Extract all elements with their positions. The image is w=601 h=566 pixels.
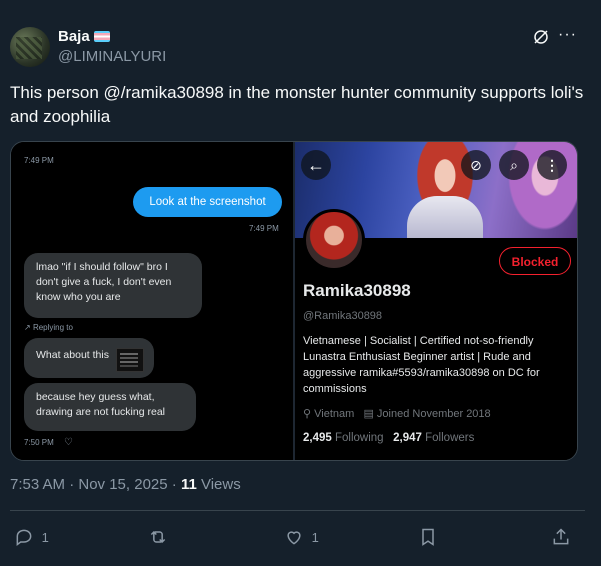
trans-flag-icon bbox=[93, 31, 110, 42]
bookmark-icon bbox=[422, 528, 434, 546]
received-message: lmao "if I should follow" bro I don't gi… bbox=[24, 253, 202, 318]
profile-name: Ramika30898 bbox=[303, 281, 411, 300]
location-icon: ⚲ bbox=[303, 408, 312, 420]
bookmark-button[interactable] bbox=[418, 527, 438, 547]
tweet-text: This person @/ramika30898 in the monster… bbox=[10, 83, 584, 126]
profile-handle: @Ramika30898 bbox=[303, 310, 383, 322]
tweet-header: Baja @LIMINALYURI ··· bbox=[0, 0, 601, 75]
banner-character-body bbox=[407, 196, 483, 238]
reaction-icon: ♡ bbox=[64, 437, 73, 448]
author-avatar[interactable] bbox=[10, 27, 50, 67]
reply-message: because hey guess what, drawing are not … bbox=[24, 383, 196, 431]
quoted-image-thumbnail bbox=[116, 348, 144, 372]
blocked-button: Blocked bbox=[499, 247, 571, 275]
sent-timestamp: 7:49 PM bbox=[249, 224, 279, 233]
tweet-timestamp: 7:53 AM · Nov 15, 2025 · 11 Views bbox=[10, 476, 241, 493]
sent-message: Look at the screenshot bbox=[133, 187, 282, 217]
reply-button[interactable]: 1 bbox=[14, 527, 49, 547]
tweet-media[interactable]: 7:49 PM Look at the screenshot 7:49 PM l… bbox=[10, 141, 578, 461]
profile-screenshot[interactable]: ← ⊘ ⌕ ⋮ Blocked Ramika30898 @Ramika30898… bbox=[295, 142, 577, 460]
profile-follow-stats: 2,495 Following 2,947 Followers bbox=[303, 432, 475, 444]
repost-button[interactable] bbox=[147, 527, 169, 547]
more-options-icon[interactable]: ··· bbox=[558, 26, 577, 44]
heart-icon bbox=[287, 531, 301, 545]
calendar-icon: ▤ bbox=[363, 408, 374, 420]
profile-avatar bbox=[303, 209, 365, 271]
back-arrow-icon: ← bbox=[301, 150, 331, 180]
author-handle[interactable]: @LIMINALYURI bbox=[58, 48, 166, 65]
reply-icon bbox=[16, 529, 32, 546]
search-icon: ⌕ bbox=[499, 150, 529, 180]
repost-icon bbox=[150, 530, 166, 544]
like-button[interactable]: 1 bbox=[284, 527, 319, 547]
divider bbox=[10, 510, 585, 511]
replying-to-label: ↗ Replying to bbox=[24, 323, 73, 332]
dm-timestamp: 7:49 PM bbox=[24, 156, 54, 165]
dm-screenshot[interactable]: 7:49 PM Look at the screenshot 7:49 PM l… bbox=[11, 142, 293, 460]
author-name[interactable]: Baja bbox=[58, 28, 110, 45]
more-options-icon: ⋮ bbox=[537, 150, 567, 180]
profile-meta: ⚲ Vietnam ▤ Joined November 2018 bbox=[303, 408, 491, 420]
share-button[interactable] bbox=[551, 527, 571, 547]
views-count: 11 bbox=[180, 476, 197, 493]
reply-timestamp: 7:50 PM bbox=[24, 438, 54, 447]
share-icon bbox=[553, 528, 569, 545]
profile-bio: Vietnamese | Socialist | Certified not-s… bbox=[303, 335, 540, 395]
grok-icon[interactable] bbox=[532, 28, 550, 46]
grok-icon: ⊘ bbox=[461, 150, 491, 180]
